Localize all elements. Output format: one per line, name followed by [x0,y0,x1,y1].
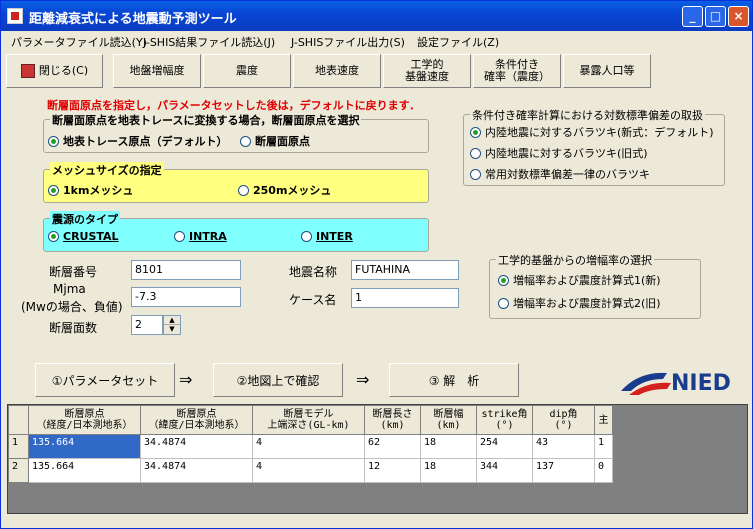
origin-group: 断層面原点を地表トレースに変換する場合，断層面原点を選択 地表トレース原点（デフ… [43,112,429,153]
tab-conditional-probability[interactable]: 条件付き 確率（震度） [473,54,561,88]
arrow-2: ⇒ [356,370,370,389]
case-input[interactable]: 1 [351,288,459,308]
col-header-lon[interactable]: 断層原点 （経度/日本測地系） [28,405,141,435]
col-header-dip[interactable]: dip角 (°) [532,405,595,435]
app-icon [7,8,23,24]
menu-settings-file[interactable]: 設定ファイル(Z) [417,34,499,50]
menu-param-file[interactable]: パラメータファイル読込(Y) [11,34,147,50]
mesh-group: メッシュサイズの指定 1kmメッシュ 250mメッシュ [43,162,429,203]
eq-name-label: 地震名称 [289,265,338,279]
eq-name-input[interactable]: FUTAHINA [351,260,459,280]
notice-text: 断層面原点を指定し，パラメータセットした後は，デフォルトに戻ります． [47,99,421,112]
col-header-strike[interactable]: strike角 (°) [476,405,533,435]
menu-bar: パラメータファイル読込(Y) J-SHIS結果ファイル読込(J) J-SHISフ… [1,31,752,51]
radio-prob-new[interactable]: 内陸地震に対するバラツキ(新式：デフォルト) [470,124,714,140]
radio-1km-mesh[interactable]: 1kmメッシュ [48,182,133,198]
radio-intra[interactable]: INTRA [174,230,227,243]
window-title: 距離減衰式による地震動予測ツール [29,12,237,27]
row-header-corner [8,405,29,435]
maximize-button[interactable]: □ [705,6,726,27]
col-header-length[interactable]: 断層長さ (km) [364,405,421,435]
radio-crustal[interactable]: CRUSTAL [48,230,119,243]
param-set-button[interactable]: ①パラメータセット [35,363,175,397]
close-toolbar-button[interactable]: 閉じる(C) [6,54,103,88]
table-row[interactable]: 1 135.664 34.4874 4 62 18 254 43 1 [8,434,613,459]
table-header-row: 断層原点 （経度/日本測地系） 断層原点 （緯度/日本測地系） 断層モデル 上端… [8,405,613,435]
col-header-depth[interactable]: 断層モデル 上端深さ(GL-km) [252,405,365,435]
nied-logo: NIED [619,361,739,401]
source-type-group: 震源のタイプ CRUSTAL INTRA INTER [43,211,429,252]
nied-logo-icon: NIED [621,371,731,396]
tab-seismic-intensity[interactable]: 震度 [203,54,291,88]
svg-text:NIED: NIED [671,371,731,396]
col-header-main[interactable]: 主 [594,405,613,435]
map-check-button[interactable]: ②地図上で確認 [213,363,343,397]
amplification-group: 工学的基盤からの増幅率の選択 増幅率および震度計算式1(新) 増幅率および震度計… [489,252,701,319]
mjma-input[interactable]: -7.3 [131,287,241,307]
close-window-button[interactable]: × [728,6,749,27]
tab-ground-amplification[interactable]: 地盤増幅度 [113,54,201,88]
arrow-1: ⇒ [179,370,193,389]
radio-prob-old[interactable]: 内陸地震に対するバラツキ(旧式) [470,145,648,161]
mjma-sub-label: (Mwの場合、負値) [21,300,123,314]
fault-no-label: 断層番号 [49,265,98,279]
col-header-lat[interactable]: 断層原点 （緯度/日本測地系） [140,405,253,435]
table-row[interactable]: 2 135.664 34.4874 4 12 18 344 137 0 [8,458,613,483]
minimize-button[interactable]: _ [682,6,703,27]
radio-trace-origin[interactable]: 地表トレース原点（デフォルト） [48,133,227,149]
radio-prob-uniform[interactable]: 常用対数標準偏差一律のバラツキ [470,166,650,182]
menu-jshis-read[interactable]: J-SHIS結果ファイル読込(J) [143,34,275,50]
main-window: 距離減衰式による地震動予測ツール _ □ × パラメータファイル読込(Y) J-… [0,0,753,529]
tab-engineering-velocity[interactable]: 工学的 基盤速度 [383,54,471,88]
col-header-width[interactable]: 断層幅 (km) [420,405,477,435]
analyze-button[interactable]: ③ 解 析 [389,363,519,397]
probability-group: 条件付き確率計算における対数標準偏差の取扱 内陸地震に対するバラツキ(新式：デフ… [463,107,725,186]
faces-input[interactable]: 2 [131,315,163,335]
spinner-down-icon[interactable]: ▼ [164,325,180,334]
radio-amp-old[interactable]: 増幅率および震度計算式2(旧) [498,295,661,311]
fault-no-input[interactable]: 8101 [131,260,241,280]
radio-amp-new[interactable]: 増幅率および震度計算式1(新) [498,272,661,288]
spinner-up-icon[interactable]: ▲ [164,316,180,325]
case-label: ケース名 [289,293,337,307]
radio-250m-mesh[interactable]: 250mメッシュ [238,182,331,198]
close-icon [20,64,35,78]
title-bar: 距離減衰式による地震動予測ツール _ □ × [1,1,752,31]
fault-table: 断層原点 （経度/日本測地系） 断層原点 （緯度/日本測地系） 断層モデル 上端… [7,404,748,514]
radio-inter[interactable]: INTER [301,230,353,243]
tab-exposed-population[interactable]: 暴露人口等 [563,54,651,88]
tab-surface-velocity[interactable]: 地表速度 [293,54,381,88]
mjma-label: Mjma [53,282,86,296]
faces-spinner[interactable]: ▲ ▼ [163,315,181,335]
menu-jshis-output[interactable]: J-SHISファイル出力(S) [291,34,405,50]
radio-fault-origin[interactable]: 断層面原点 [240,133,310,149]
faces-label: 断層面数 [49,321,98,335]
